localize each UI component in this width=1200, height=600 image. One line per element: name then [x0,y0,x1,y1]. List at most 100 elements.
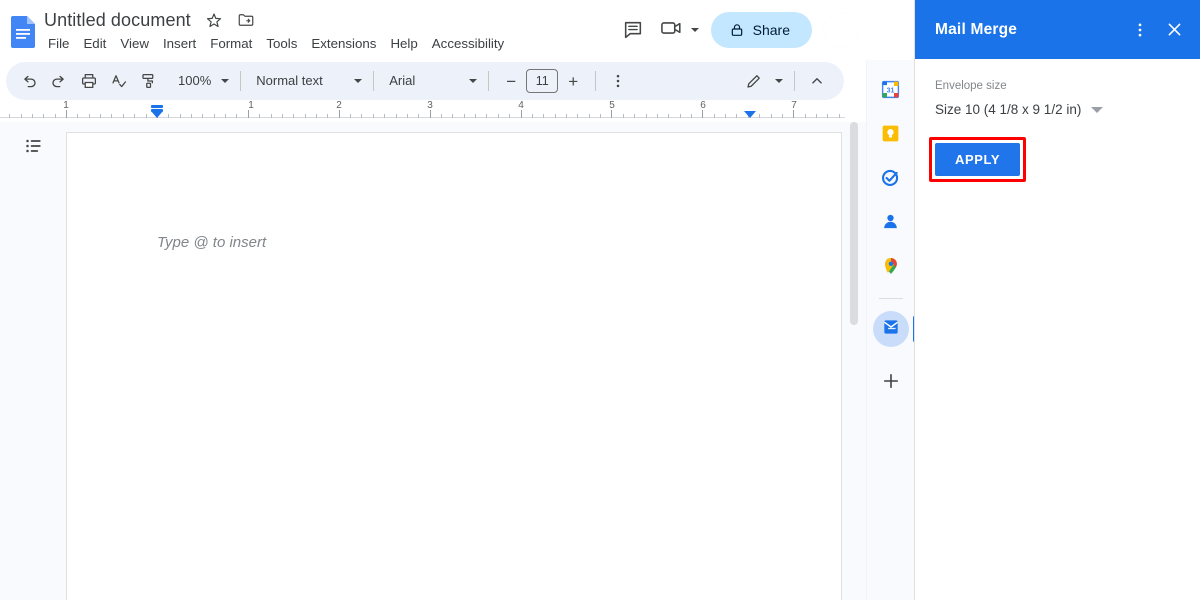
chevron-down-icon [1091,107,1104,113]
ruler-tick [634,114,636,118]
chevron-down-icon [469,79,478,83]
sidebar-item-calendar[interactable]: 31 [871,70,911,114]
google-keep-icon [880,123,901,149]
panel-header: Mail Merge [915,0,1200,59]
avatar[interactable] [824,13,858,47]
page-title[interactable]: Untitled document [44,10,191,31]
ruler-tick [179,114,181,118]
mail-merge-addon-icon [881,317,901,342]
print-icon[interactable] [74,66,104,96]
add-addon-button[interactable] [871,361,911,405]
scrollbar-thumb[interactable] [850,122,858,325]
paragraph-style-select[interactable]: Normal text [248,66,366,96]
menu-item-file[interactable]: File [42,33,75,55]
ruler-number: 6 [700,100,706,111]
menu-item-help[interactable]: Help [384,33,423,55]
font-size-input[interactable]: 11 [526,69,559,93]
video-camera-icon [659,17,685,44]
vertical-scrollbar[interactable] [850,122,858,600]
ruler-number: 1 [63,100,69,111]
ruler-tick [668,114,670,118]
ruler-tick [31,114,33,118]
ruler-tick [804,114,806,118]
menu-item-accessibility[interactable]: Accessibility [426,33,510,55]
ruler-tick [509,114,511,118]
first-line-indent-marker[interactable] [151,105,163,108]
google-docs-window: Untitled document File Edit View Insert … [0,0,1200,600]
menu-item-view[interactable]: View [114,33,155,55]
menu-item-format[interactable]: Format [204,33,258,55]
menu-item-edit[interactable]: Edit [77,33,112,55]
editing-mode-button[interactable] [737,66,787,96]
ruler-tick [781,114,783,118]
undo-icon[interactable] [14,66,44,96]
sidebar-item-mail-merge[interactable] [871,307,916,351]
paragraph-style-value: Normal text [256,73,323,88]
move-to-folder-icon[interactable] [237,11,255,29]
pencil-icon [745,72,763,90]
ruler-tick [20,114,22,118]
sidebar-item-maps[interactable] [871,246,911,290]
ruler-tick [54,114,56,118]
font-family-select[interactable]: Arial [381,66,481,96]
ruler-tick [168,114,170,118]
ruler-tick [441,114,442,118]
mail-merge-panel: Mail Merge Envelope size Size 10 (4 1/8 … [914,0,1200,600]
ruler-tick [554,114,556,118]
collapse-toolbar-button[interactable] [802,66,832,96]
show-outline-icon[interactable] [18,130,50,162]
google-tasks-icon [880,167,901,193]
envelope-size-select[interactable]: Size 10 (4 1/8 x 9 1/2 in) [935,99,1180,121]
docs-toolbar: 100% Normal text Arial − 11 + [6,62,844,100]
sidebar-item-tasks[interactable] [871,158,911,202]
header-actions: Share [615,0,866,60]
right-indent-marker[interactable] [744,111,756,118]
star-icon[interactable] [205,11,223,29]
ruler-number: 3 [427,100,433,111]
panel-close-button[interactable] [1157,13,1191,47]
paint-format-icon[interactable] [134,66,164,96]
spellcheck-icon[interactable] [104,66,134,96]
sidebar-item-keep[interactable] [871,114,911,158]
apply-button-wrapper: APPLY [929,137,1027,182]
comment-history-icon[interactable] [615,12,651,48]
menu-item-tools[interactable]: Tools [260,33,303,55]
toolbar-divider [488,71,490,91]
sidebar-item-contacts[interactable] [871,202,911,246]
ruler-number: 1 [248,100,254,111]
ruler-tick [759,114,761,118]
google-docs-logo-icon[interactable] [8,14,40,50]
document-page[interactable]: Type @ to insert [66,132,842,600]
apply-button[interactable]: APPLY [935,143,1021,176]
plus-icon [881,371,901,396]
share-button[interactable]: Share [710,12,812,48]
ruler-tick [725,114,726,118]
ruler-tick [122,114,124,118]
chevron-down-icon [354,79,363,83]
redo-icon[interactable] [44,66,74,96]
chevron-down-icon [221,79,230,83]
ruler-tick [191,114,192,118]
decrease-font-size-button[interactable]: − [496,66,526,96]
toolbar-divider [373,71,375,91]
ruler-tick [304,114,306,118]
ruler-tick [827,114,829,118]
ruler-tick [418,114,420,118]
ruler[interactable]: 1 1 2 3 4 5 6 7 [0,100,866,122]
meet-button[interactable] [655,12,701,48]
more-vertical-icon[interactable] [603,66,633,96]
ruler-tick [100,114,102,118]
increase-font-size-button[interactable]: + [558,66,588,96]
menu-item-extensions[interactable]: Extensions [305,33,382,55]
ruler-tick [134,114,136,118]
decrease-font-size-label: − [506,71,517,91]
ruler-tick [395,114,397,118]
ruler-tick [225,114,227,118]
left-indent-marker[interactable] [151,111,163,118]
menu-item-insert[interactable]: Insert [157,33,202,55]
zoom-select[interactable]: 100% [170,66,233,96]
toolbar-divider [794,71,795,91]
panel-more-options-button[interactable] [1123,13,1157,47]
ruler-tick [316,114,317,118]
ruler-tick [88,114,90,118]
